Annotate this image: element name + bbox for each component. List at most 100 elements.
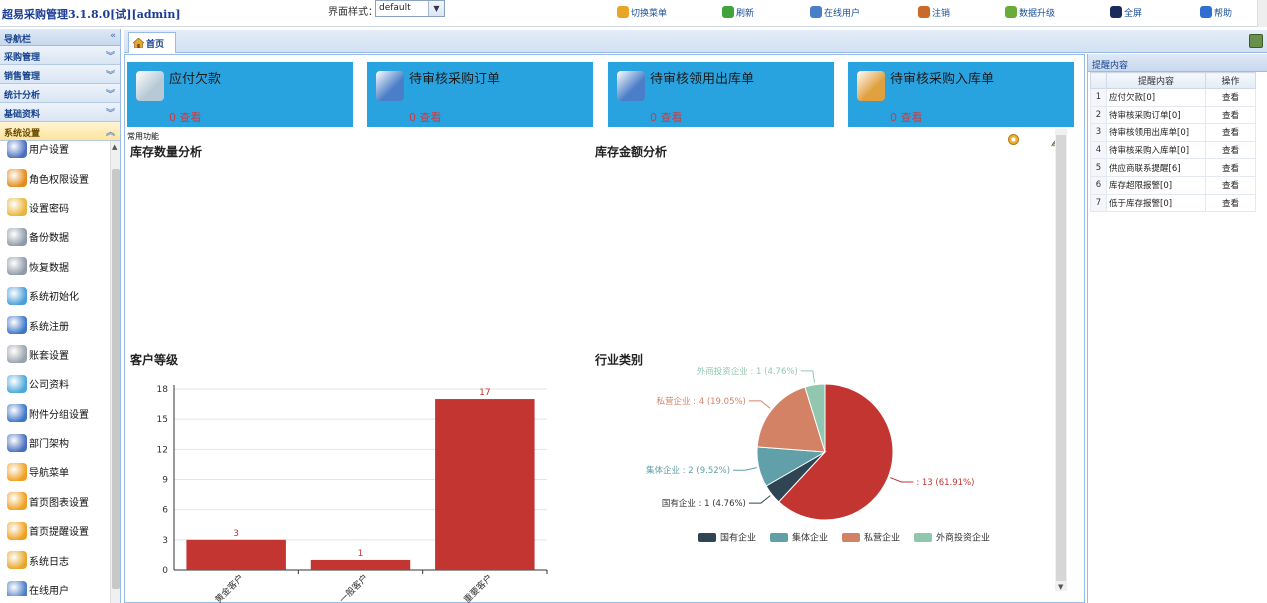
gear-icon[interactable] — [1007, 133, 1020, 146]
sidebar-item[interactable]: 恢复数据 — [0, 252, 110, 281]
summary-card-view-link[interactable]: 0 查看 — [650, 109, 683, 125]
sidebar-item-label: 附件分组设置 — [29, 409, 89, 421]
sidebar-item[interactable]: 在线用户 — [0, 575, 110, 596]
sidebar-item[interactable]: 导航菜单 — [0, 457, 110, 486]
table-header-content: 提醒内容 — [1106, 72, 1206, 89]
sidebar-section-1[interactable]: 销售管理 ︾ — [0, 65, 120, 84]
legend-swatch[interactable] — [914, 533, 932, 542]
purchase-order-icon — [376, 71, 404, 101]
summary-card[interactable]: 待审核采购订单 0 查看 — [367, 62, 593, 127]
y-tick-label: 6 — [162, 506, 168, 516]
row-content: 库存超限报警[0] — [1106, 175, 1206, 195]
toolbar-button-data-upgrade[interactable]: 数据升级 — [1005, 4, 1055, 20]
chevron-down-icon[interactable]: ︾ — [106, 49, 115, 62]
sidebar-item[interactable]: 角色权限设置 — [0, 163, 110, 192]
desktop-icon[interactable] — [1249, 34, 1263, 48]
dashboard-scrollbar[interactable]: ▼ — [1055, 129, 1067, 591]
table-header-op: 操作 — [1205, 72, 1256, 89]
chevron-down-icon[interactable]: ︾ — [106, 106, 115, 119]
table-row[interactable]: 5 供应商联系提醒[6] 查看 — [1090, 158, 1256, 177]
sidebar-section-label: 销售管理 — [4, 72, 41, 82]
sidebar-item[interactable]: 设置密码 — [0, 193, 110, 222]
summary-card[interactable]: 待审核领用出库单 0 查看 — [608, 62, 834, 127]
row-view-link[interactable]: 查看 — [1205, 175, 1256, 195]
summary-card[interactable]: 待审核采购入库单 0 查看 — [848, 62, 1074, 127]
table-row[interactable]: 3 待审核领用出库单[0] 查看 — [1090, 123, 1256, 142]
sidebar-item[interactable]: 首页图表设置 — [0, 487, 110, 516]
online-users-icon — [7, 580, 27, 596]
row-number: 7 — [1090, 193, 1107, 213]
legend-label[interactable]: 私营企业 — [864, 532, 900, 544]
system-log-icon — [7, 551, 27, 570]
legend-label[interactable]: 外商投资企业 — [936, 532, 990, 544]
collapse-sidebar-icon[interactable]: « — [110, 31, 116, 41]
pie-slice-label: 集体企业 : 2 (9.52%) — [646, 465, 730, 476]
scroll-down-icon[interactable]: ▼ — [1058, 583, 1063, 591]
legend-swatch[interactable] — [698, 533, 716, 542]
legend-label[interactable]: 国有企业 — [720, 532, 756, 544]
tab-home-label: 首页 — [146, 39, 165, 50]
summary-card-view-link[interactable]: 0 查看 — [169, 109, 202, 125]
sidebar-item[interactable]: 系统日志 — [0, 545, 110, 574]
sidebar-item[interactable]: 公司资料 — [0, 369, 110, 398]
toolbar-button-help[interactable]: 帮助 — [1200, 4, 1232, 20]
sidebar-item-label: 部门架构 — [29, 439, 69, 451]
sidebar-item[interactable]: 系统注册 — [0, 310, 110, 339]
summary-card-view-link[interactable]: 0 查看 — [890, 109, 923, 125]
toolbar-button-switch-menu[interactable]: 切换菜单 — [617, 4, 667, 20]
legend-swatch[interactable] — [842, 533, 860, 542]
window-scrollbar[interactable] — [1257, 0, 1267, 27]
chevron-down-icon[interactable]: ︾ — [106, 87, 115, 100]
toolbar-button-refresh[interactable]: 刷新 — [722, 4, 754, 20]
sidebar-item[interactable]: 备份数据 — [0, 222, 110, 251]
pie-label-line — [748, 400, 771, 409]
table-row[interactable]: 4 待审核采购入库单[0] 查看 — [1090, 140, 1256, 160]
chevron-down-icon[interactable]: ︾ — [106, 68, 115, 81]
toolbar-button-online-users[interactable]: 在线用户 — [810, 4, 860, 20]
table-row[interactable]: 2 待审核采购订单[0] 查看 — [1090, 105, 1256, 125]
sidebar-item-label: 账套设置 — [29, 350, 69, 362]
sidebar-section-0[interactable]: 采购管理 ︾ — [0, 46, 120, 65]
bar[interactable] — [435, 399, 535, 570]
sidebar-item[interactable]: 系统初始化 — [0, 281, 110, 310]
sidebar-item[interactable]: 首页提醒设置 — [0, 516, 110, 545]
row-view-link[interactable]: 查看 — [1205, 158, 1256, 177]
dashboard-scroll-thumb[interactable] — [1056, 135, 1066, 581]
row-view-link[interactable]: 查看 — [1205, 123, 1256, 142]
department-icon — [7, 433, 27, 452]
sidebar-item-label: 首页图表设置 — [29, 497, 89, 509]
sidebar-section-2[interactable]: 统计分析 ︾ — [0, 84, 120, 103]
table-row[interactable]: 1 应付欠款[0] 查看 — [1090, 88, 1256, 107]
summary-card[interactable]: 应付欠款 0 查看 — [127, 62, 353, 127]
row-number: 3 — [1090, 123, 1107, 142]
toolbar-button-label: 全屏 — [1124, 8, 1143, 19]
sidebar-item[interactable]: 部门架构 — [0, 428, 110, 457]
online-users-icon — [810, 6, 822, 18]
stock-amount-title: 库存金额分析 — [595, 145, 668, 159]
scroll-up-icon[interactable]: ▲ — [112, 143, 117, 151]
sidebar-scrollbar[interactable]: ▲ — [110, 141, 120, 603]
bar[interactable] — [310, 559, 411, 570]
chevron-down-icon[interactable]: ▼ — [428, 1, 444, 16]
toolbar-button-logout[interactable]: 注销 — [918, 4, 950, 20]
row-view-link[interactable]: 查看 — [1205, 88, 1256, 107]
legend-label[interactable]: 集体企业 — [792, 532, 828, 544]
row-view-link[interactable]: 查看 — [1205, 193, 1256, 213]
y-tick-label: 18 — [157, 385, 169, 395]
system-init-icon — [7, 286, 27, 305]
table-row[interactable]: 7 低于库存报警[0] 查看 — [1090, 193, 1256, 213]
summary-card-view-link[interactable]: 0 查看 — [409, 109, 442, 125]
row-view-link[interactable]: 查看 — [1205, 140, 1256, 160]
sidebar-item[interactable]: 附件分组设置 — [0, 399, 110, 428]
table-row[interactable]: 6 库存超限报警[0] 查看 — [1090, 175, 1256, 195]
style-select[interactable]: default ▼ — [375, 0, 445, 17]
sidebar-item[interactable]: 账套设置 — [0, 340, 110, 369]
row-view-link[interactable]: 查看 — [1205, 105, 1256, 125]
tab-home[interactable]: 首页 — [128, 32, 176, 53]
sidebar-section-3[interactable]: 基础资料 ︾ — [0, 103, 120, 122]
sidebar-item[interactable]: 用户设置 — [0, 134, 110, 163]
legend-swatch[interactable] — [770, 533, 788, 542]
bar[interactable] — [186, 539, 286, 570]
sidebar-scroll-thumb[interactable] — [112, 169, 120, 589]
toolbar-button-fullscreen[interactable]: 全屏 — [1110, 4, 1142, 20]
